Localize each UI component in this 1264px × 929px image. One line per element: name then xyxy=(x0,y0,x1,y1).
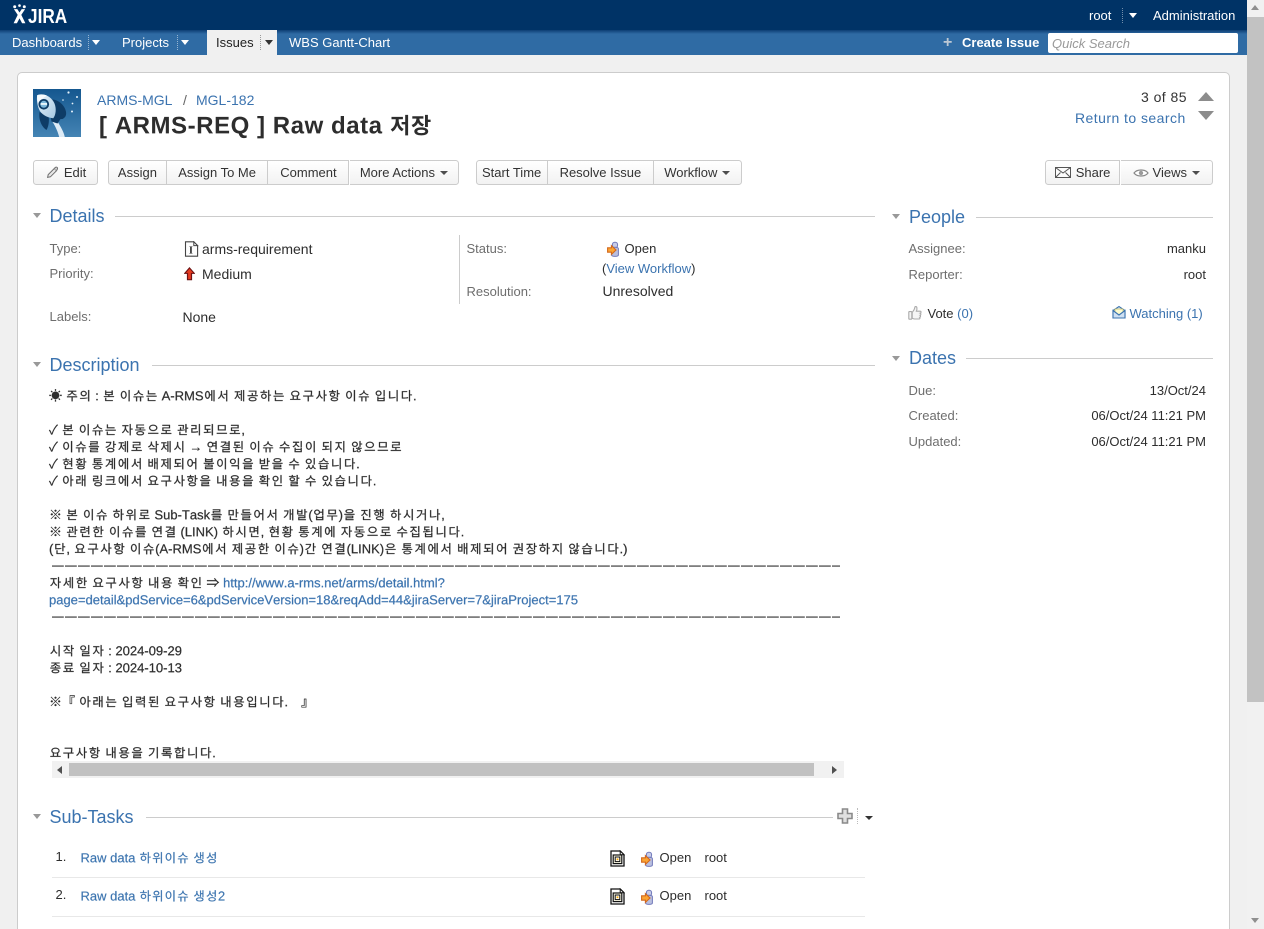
svg-text:I: I xyxy=(189,246,193,257)
